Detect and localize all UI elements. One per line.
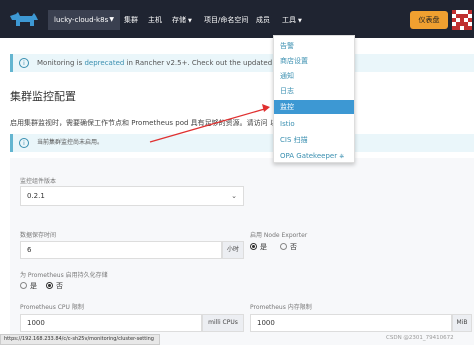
browser-status-url: https://192.168.233.84/c/c-sh25v/monitor… [0, 334, 160, 345]
nav-cluster[interactable]: 集群 [124, 10, 138, 30]
monitor-version-select[interactable]: 0.2.1 ⌄ [20, 186, 244, 206]
chevron-down-icon: ▼ [188, 18, 192, 24]
info-icon: i [19, 138, 29, 148]
menu-item-notifiers[interactable]: 通知 [274, 69, 354, 83]
memory-limit-label: Prometheus 内存限制 [250, 304, 312, 311]
nav-projects[interactable]: 项目/命名空间 [204, 10, 248, 30]
retention-unit: 小时 [222, 241, 244, 259]
monitor-version-label: 监控组件版本 [20, 178, 57, 185]
dashboard-button[interactable]: 仪表盘 [410, 11, 448, 29]
persist-yes-radio[interactable]: 是 [20, 281, 37, 291]
menu-item-alerts[interactable]: 告警 [274, 39, 354, 53]
user-avatar[interactable] [452, 10, 472, 30]
persist-label: 为 Prometheus 启用持久化存储 [20, 272, 108, 279]
persist-no-radio[interactable]: 否 [46, 281, 63, 291]
nav-tools[interactable]: 工具 ▼ [282, 10, 302, 30]
cpu-limit-input[interactable]: 1000 [20, 314, 202, 332]
watermark: CSDN @2301_79410672 [386, 335, 454, 341]
cpu-limit-unit: milli CPUs [202, 314, 244, 332]
menu-item-logging[interactable]: 日志 [274, 84, 354, 98]
rancher-logo-icon[interactable] [8, 10, 40, 30]
deprecation-banner: i Monitoring is deprecated in Rancher v2… [10, 54, 474, 72]
menu-item-opa-gatekeeper[interactable]: OPA Gatekeeper ⎈ [274, 149, 354, 163]
memory-limit-input[interactable]: 1000 [250, 314, 452, 332]
page-title: 集群监控配置 [10, 90, 76, 103]
menu-item-cis-scan[interactable]: CIS 扫描 [274, 133, 354, 147]
nav-storage[interactable]: 存储 ▼ [172, 10, 192, 30]
memory-limit-unit: MiB [452, 314, 472, 332]
node-exporter-yes-radio[interactable]: 是 [250, 242, 267, 252]
kubernetes-icon: ⎈ [339, 153, 345, 160]
deprecated-link[interactable]: deprecated [84, 59, 124, 67]
chevron-down-icon: ▼ [109, 16, 114, 23]
menu-item-catalog-settings[interactable]: 商店设置 [274, 54, 354, 68]
chevron-down-icon: ▼ [298, 18, 302, 24]
retention-label: 数据保存时间 [20, 232, 57, 239]
info-icon: i [19, 58, 29, 68]
nav-hosts[interactable]: 主机 [148, 10, 162, 30]
nav-members[interactable]: 成员 [256, 10, 270, 30]
cpu-limit-label: Prometheus CPU 限制 [20, 304, 84, 311]
menu-item-monitoring[interactable]: 监控 [274, 100, 354, 114]
cluster-selector[interactable]: lucky-cloud-k8s ▼ [48, 10, 120, 30]
tools-dropdown-menu: 告警 商店设置 通知 日志 监控 Istio CIS 扫描 OPA Gateke… [273, 35, 355, 163]
menu-item-istio[interactable]: Istio [274, 117, 354, 131]
node-exporter-label: 启用 Node Exporter [250, 232, 308, 239]
retention-input[interactable]: 6 [20, 241, 222, 259]
top-nav-bar: lucky-cloud-k8s ▼ 集群 主机 存储 ▼ 项目/命名空间 成员 工… [0, 0, 474, 38]
node-exporter-no-radio[interactable]: 否 [280, 242, 297, 252]
cluster-name: lucky-cloud-k8s [54, 16, 109, 24]
chevron-down-icon: ⌄ [231, 192, 237, 200]
status-notice: i 当前集群监控尚未启用。 [10, 134, 474, 152]
